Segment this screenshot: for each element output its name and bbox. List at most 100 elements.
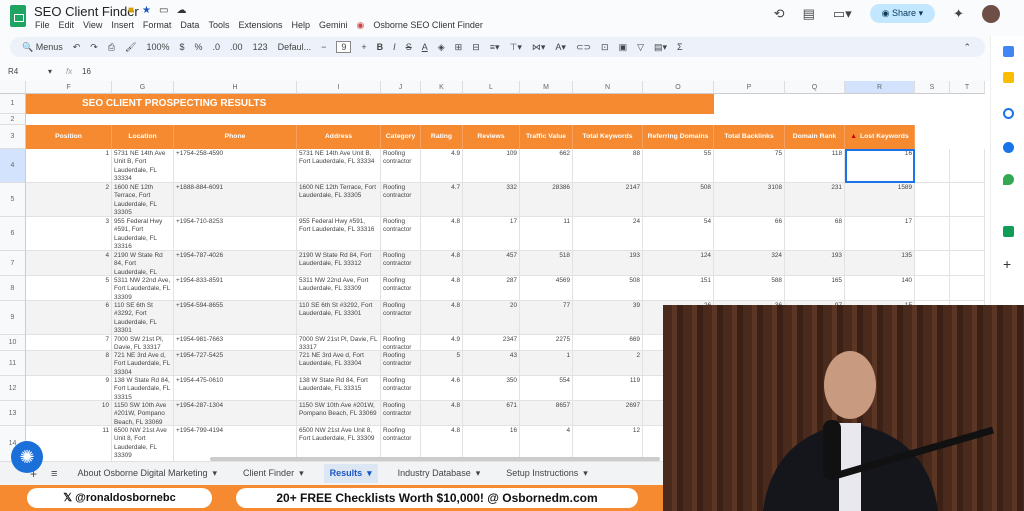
cell-category[interactable]: Roofing contractor (381, 149, 421, 183)
comments-icon[interactable]: ▤ (803, 6, 815, 22)
cell-address[interactable]: 5311 NW 22nd Ave, Fort Lauderdale, FL 33… (297, 276, 381, 301)
column-header-n[interactable]: N (573, 81, 643, 94)
header-position[interactable]: Position (26, 125, 112, 149)
empty-cell[interactable] (915, 149, 950, 183)
results-banner-title[interactable]: SEO CLIENT PROSPECTING RESULTS (26, 94, 714, 114)
cell-traffic-value[interactable]: 4569 (520, 276, 573, 301)
formula-input[interactable]: 16 (82, 67, 91, 76)
menu-help[interactable]: Help (291, 20, 310, 31)
increase-decimal-button[interactable]: .00 (230, 42, 243, 52)
font-size-input[interactable]: 9 (336, 41, 352, 53)
header-phone[interactable]: Phone (174, 125, 297, 149)
cell-domain-rank[interactable]: 68 (785, 217, 845, 251)
menu-file[interactable]: File (35, 20, 50, 31)
menu-extensions[interactable]: Extensions (238, 20, 282, 31)
row-header-6[interactable]: 6 (0, 217, 26, 251)
cell-referring-domains[interactable]: 54 (643, 217, 714, 251)
cell-total-keywords[interactable]: 2 (573, 351, 643, 376)
cell-total-keywords[interactable]: 119 (573, 376, 643, 401)
cell-location[interactable]: 721 NE 3rd Ave d, Fort Lauderdale, FL 33… (112, 351, 174, 376)
filter-views-icon[interactable]: ▤▾ (654, 42, 667, 53)
cell-rating[interactable]: 4.9 (421, 149, 463, 183)
row-header-2[interactable]: 2 (0, 114, 26, 125)
cell-total-keywords[interactable]: 508 (573, 276, 643, 301)
tab-dropdown-icon[interactable]: ▾ (583, 468, 588, 478)
cell-lost-keywords[interactable]: 135 (845, 251, 915, 276)
header-total-backlinks[interactable]: Total Backlinks (714, 125, 785, 149)
cell-reviews[interactable]: 20 (463, 301, 520, 335)
cell-category[interactable]: Roofing contractor (381, 401, 421, 426)
cell-position[interactable]: 2 (26, 183, 112, 217)
name-box-dropdown-icon[interactable]: ▾ (48, 67, 52, 76)
redo-icon[interactable]: ↷ (90, 42, 98, 53)
column-header-f[interactable]: F (26, 81, 112, 94)
empty-cell[interactable] (950, 276, 985, 301)
meet-icon[interactable]: ▭▾ (833, 6, 852, 22)
move-folder-icon[interactable]: ▭ (159, 5, 168, 16)
cell-category[interactable]: Roofing contractor (381, 301, 421, 335)
row-header-12[interactable]: 12 (0, 376, 26, 401)
rotate-icon[interactable]: A▾ (555, 42, 566, 53)
add-addon-icon[interactable]: + (1003, 256, 1011, 272)
cell-address[interactable]: 1600 NE 12th Terrace, Fort Lauderdale, F… (297, 183, 381, 217)
header-traffic-value[interactable]: Traffic Value (520, 125, 573, 149)
cell-phone[interactable]: +1954-475-0610 (174, 376, 297, 401)
cell-referring-domains[interactable]: 124 (643, 251, 714, 276)
contacts-icon[interactable] (1003, 142, 1014, 153)
cell-phone[interactable]: +1954-727-5425 (174, 351, 297, 376)
star-icon[interactable]: ★ (142, 5, 151, 16)
header-referring-domains[interactable]: Referring Domains (643, 125, 714, 149)
menu-edit[interactable]: Edit (59, 20, 75, 31)
functions-button[interactable]: Σ (677, 42, 683, 52)
borders-icon[interactable]: ⊞ (455, 42, 463, 53)
horizontal-scrollbar[interactable] (210, 457, 660, 461)
column-header-s[interactable]: S (915, 81, 950, 94)
cell-address[interactable]: 7000 SW 21st Pl, Davie, FL 33317 (297, 335, 381, 351)
row-header-3[interactable]: 3 (0, 125, 26, 149)
cell-traffic-value[interactable]: 77 (520, 301, 573, 335)
cell-rating[interactable]: 4.8 (421, 217, 463, 251)
cell-total-keywords[interactable]: 669 (573, 335, 643, 351)
currency-button[interactable]: $ (180, 42, 185, 52)
cell-phone[interactable]: +1954-594-8655 (174, 301, 297, 335)
menu-tools[interactable]: Tools (208, 20, 229, 31)
empty-cell[interactable] (915, 183, 950, 217)
column-header-r[interactable]: R (845, 81, 915, 94)
tab-industry-database[interactable]: Industry Database ▾ (392, 464, 487, 483)
column-header-p[interactable]: P (714, 81, 785, 94)
cell-phone[interactable]: +1954-287-1304 (174, 401, 297, 426)
search-menus[interactable]: 🔍 Menus (22, 42, 63, 53)
cell-traffic-value[interactable]: 662 (520, 149, 573, 183)
cell-phone[interactable]: +1888-884-6091 (174, 183, 297, 217)
cell-reviews[interactable]: 457 (463, 251, 520, 276)
header-domain-rank[interactable]: Domain Rank (785, 125, 845, 149)
cell-location[interactable]: 138 W State Rd 84, Fort Lauderdale, FL 3… (112, 376, 174, 401)
cell-total-backlinks[interactable]: 66 (714, 217, 785, 251)
row-header-7[interactable]: 7 (0, 251, 26, 276)
column-header-l[interactable]: L (463, 81, 520, 94)
cell-traffic-value[interactable]: 554 (520, 376, 573, 401)
column-header-i[interactable]: I (297, 81, 381, 94)
tab-dropdown-icon[interactable]: ▾ (367, 468, 372, 478)
cell-lost-keywords[interactable]: 1589 (845, 183, 915, 217)
cell-phone[interactable]: +1954-981-7663 (174, 335, 297, 351)
cell-location[interactable]: 5311 NW 22nd Ave, Fort Lauderdale, FL 33… (112, 276, 174, 301)
header-location[interactable]: Location (112, 125, 174, 149)
empty-cell[interactable] (950, 217, 985, 251)
cell-traffic-value[interactable]: 11 (520, 217, 573, 251)
tab-dropdown-icon[interactable]: ▾ (299, 468, 304, 478)
tab-setup-instructions[interactable]: Setup Instructions ▾ (500, 464, 594, 483)
cell-lost-keywords[interactable]: 17 (845, 217, 915, 251)
cell-address[interactable]: 955 Federal Hwy #591, Fort Lauderdale, F… (297, 217, 381, 251)
row-header-8[interactable]: 8 (0, 276, 26, 301)
row-header-13[interactable]: 13 (0, 401, 26, 426)
cell-position[interactable]: 3 (26, 217, 112, 251)
undo-icon[interactable]: ↶ (73, 42, 81, 53)
cell-lost-keywords[interactable]: 140 (845, 276, 915, 301)
column-header-o[interactable]: O (643, 81, 714, 94)
column-header-g[interactable]: G (112, 81, 174, 94)
fill-color-icon[interactable]: ◈ (438, 42, 445, 53)
document-title[interactable]: SEO Client Finder (34, 4, 139, 19)
cell-total-backlinks[interactable]: 75 (714, 149, 785, 183)
cell-traffic-value[interactable]: 518 (520, 251, 573, 276)
